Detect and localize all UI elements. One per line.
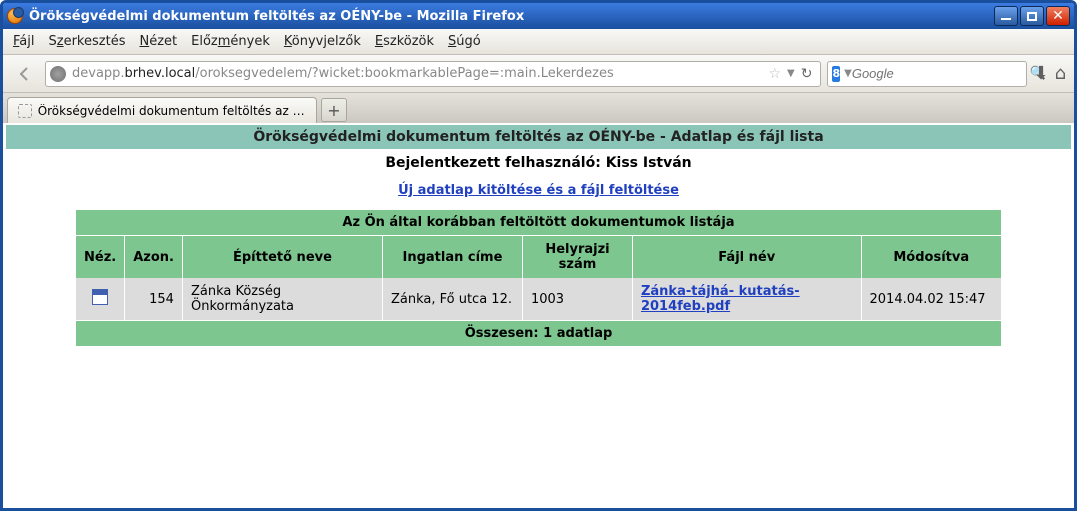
reload-icon[interactable]: ↻ — [801, 66, 813, 82]
menu-tools[interactable]: Eszközök — [375, 34, 434, 49]
downloads-icon[interactable]: ⬇ — [1033, 63, 1048, 84]
col-address: Ingatlan címe — [382, 236, 522, 278]
nav-toolbar: devapp.brhev.local/oroksegvedelem/?wicke… — [3, 55, 1074, 93]
cell-address: Zánka, Fő utca 12. — [382, 278, 522, 320]
menu-bar: Fájl Szerkesztés Nézet Előzmények Könyvj… — [3, 29, 1074, 55]
cell-builder: Zánka Község Önkormányzata — [182, 278, 382, 320]
col-modified: Módosítva — [861, 236, 1001, 278]
cell-modified: 2014.04.02 15:47 — [861, 278, 1001, 320]
file-link[interactable]: Zánka-tájhá- kutatás-2014feb.pdf — [641, 284, 800, 314]
search-engine-dropdown-icon[interactable]: ▼ — [844, 68, 852, 79]
window-titlebar: Örökségvédelmi dokumentum feltöltés az O… — [3, 3, 1074, 29]
col-builder: Építtető neve — [182, 236, 382, 278]
window-close-button[interactable]: ✕ — [1046, 6, 1070, 26]
window-minimize-button[interactable] — [994, 6, 1018, 26]
menu-history[interactable]: Előzmények — [191, 34, 270, 49]
window-title: Örökségvédelmi dokumentum feltöltés az O… — [29, 9, 994, 24]
col-parcel: Helyrajzi szám — [522, 236, 632, 278]
url-text[interactable]: devapp.brhev.local/oroksegvedelem/?wicke… — [72, 66, 768, 81]
address-bar[interactable]: devapp.brhev.local/oroksegvedelem/?wicke… — [45, 61, 821, 87]
table-row: 154 Zánka Község Önkormányzata Zánka, Fő… — [76, 278, 1001, 320]
cell-parcel: 1003 — [522, 278, 632, 320]
google-engine-icon[interactable]: 8 — [832, 66, 840, 82]
tab-bar: Örökségvédelmi dokumentum feltöltés az O… — [3, 93, 1074, 123]
col-id: Azon. — [125, 236, 183, 278]
col-view: Néz. — [76, 236, 125, 278]
globe-icon — [50, 66, 66, 82]
table-header-row: Néz. Azon. Építtető neve Ingatlan címe H… — [76, 236, 1001, 278]
tab-label: Örökségvédelmi dokumentum feltöltés az O… — [38, 104, 306, 118]
search-bar[interactable]: 8 ▼ 🔍 — [827, 61, 1027, 87]
new-datasheet-link[interactable]: Új adatlap kitöltése és a fájl feltöltés… — [398, 183, 679, 198]
bookmark-star-icon[interactable]: ☆ — [768, 66, 781, 82]
browser-tab[interactable]: Örökségvédelmi dokumentum feltöltés az O… — [7, 97, 317, 123]
menu-edit[interactable]: Szerkesztés — [49, 34, 126, 49]
menu-help[interactable]: Súgó — [448, 34, 481, 49]
cell-id: 154 — [125, 278, 183, 320]
page-content: Örökségvédelmi dokumentum feltöltés az O… — [6, 125, 1071, 505]
new-tab-button[interactable]: + — [321, 98, 347, 122]
table-title: Az Ön által korábban feltöltött dokument… — [76, 210, 1001, 236]
col-file: Fájl név — [632, 236, 861, 278]
back-arrow-icon — [16, 65, 34, 83]
table-footer: Összesen: 1 adatlap — [76, 320, 1001, 346]
view-row-icon[interactable] — [92, 289, 108, 305]
firefox-icon — [7, 8, 23, 24]
tab-favicon-icon — [18, 104, 32, 118]
documents-table: Néz. Azon. Építtető neve Ingatlan címe H… — [76, 236, 1001, 320]
page-title: Örökségvédelmi dokumentum feltöltés az O… — [6, 125, 1071, 149]
home-icon[interactable]: ⌂ — [1055, 63, 1066, 84]
search-input[interactable] — [852, 66, 1030, 81]
history-dropdown-icon[interactable]: ▼ — [787, 68, 795, 79]
menu-view[interactable]: Nézet — [139, 34, 177, 49]
menu-file[interactable]: Fájl — [13, 34, 35, 49]
logged-in-user: Bejelentkezett felhasználó: Kiss István — [6, 149, 1071, 177]
back-button[interactable] — [11, 60, 39, 88]
menu-bookmarks[interactable]: Könyvjelzők — [284, 34, 361, 49]
window-maximize-button[interactable] — [1020, 6, 1044, 26]
